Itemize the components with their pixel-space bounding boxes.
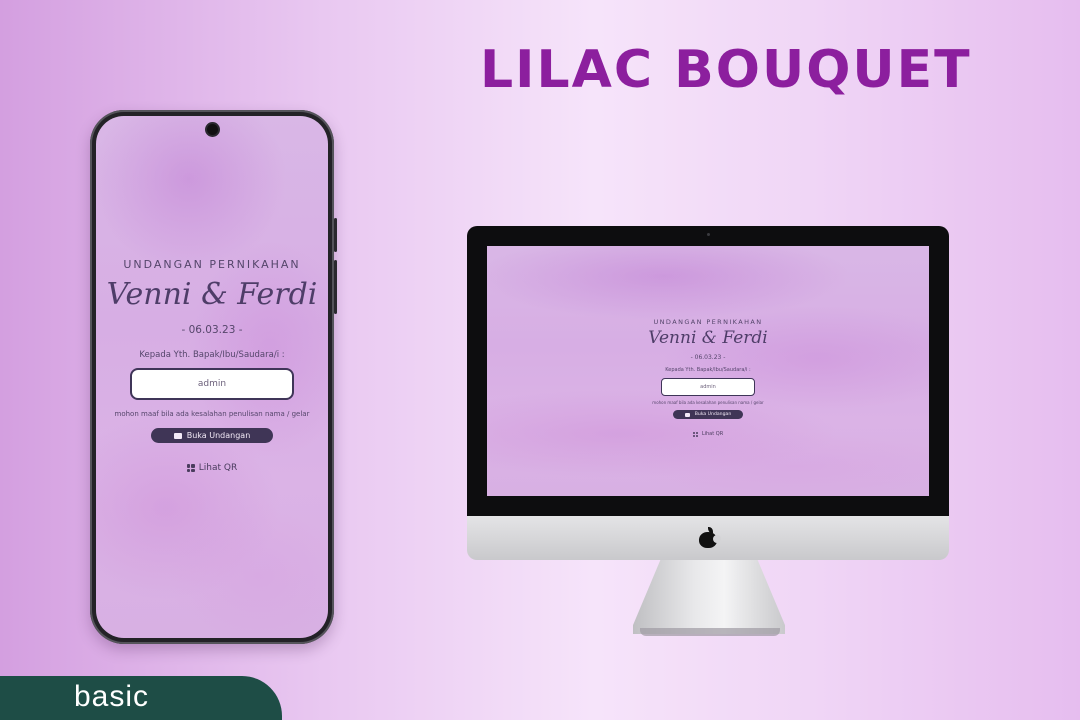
envelope-icon [684,412,690,417]
front-camera-icon [207,124,218,135]
monitor-camera-icon [707,233,710,236]
qr-code-icon [186,464,195,472]
phone-screen: UNDANGAN PERNIKAHAN Venni & Ferdi - 06.0… [96,116,328,638]
view-qr-label: Lihat QR [701,431,724,437]
guest-name-field[interactable]: admin [130,368,294,400]
envelope-icon [173,432,182,439]
invitation-cover: UNDANGAN PERNIKAHAN Venni & Ferdi - 06.0… [96,258,328,473]
desktop-monitor-mockup: UNDANGAN PERNIKAHAN Venni & Ferdi - 06.0… [467,226,949,560]
open-invitation-label: Buka Undangan [694,412,732,417]
invitation-eyebrow: UNDANGAN PERNIKAHAN [123,258,301,271]
phone-volume-button [334,218,337,252]
apple-logo-icon [699,527,721,548]
wedding-date: - 06.03.23 - [690,354,726,361]
guest-label: Kepada Yth. Bapak/Ibu/Saudara/i : [665,367,751,373]
view-qr-label: Lihat QR [198,463,238,473]
invitation-eyebrow: UNDANGAN PERNIKAHAN [653,318,763,326]
monitor-stand [633,560,785,634]
monitor-chin [467,516,949,560]
couple-names: Venni & Ferdi [648,328,768,348]
monitor-bezel: UNDANGAN PERNIKAHAN Venni & Ferdi - 06.0… [467,226,949,516]
couple-names: Venni & Ferdi [106,277,318,312]
plan-badge: basic [0,676,282,720]
name-apology-note: mohon maaf bila ada kesalahan penulisan … [652,400,764,405]
open-invitation-button[interactable]: Buka Undangan [151,428,273,443]
open-invitation-button[interactable]: Buka Undangan [673,410,743,419]
phone-power-button [334,260,337,314]
monitor-screen: UNDANGAN PERNIKAHAN Venni & Ferdi - 06.0… [487,246,929,496]
open-invitation-label: Buka Undangan [186,431,251,440]
view-qr-link[interactable]: Lihat QR [692,431,724,437]
phone-mockup: UNDANGAN PERNIKAHAN Venni & Ferdi - 06.0… [90,110,337,644]
invitation-cover: UNDANGAN PERNIKAHAN Venni & Ferdi - 06.0… [487,318,929,437]
wedding-date: - 06.03.23 - [181,324,243,336]
name-apology-note: mohon maaf bila ada kesalahan penulisan … [114,410,310,418]
view-qr-link[interactable]: Lihat QR [186,463,238,473]
qr-code-icon [692,431,698,437]
page-title: LILAC BOUQUET [480,40,972,100]
plan-badge-label: basic [74,680,150,713]
guest-name-field[interactable]: admin [661,378,755,396]
guest-label: Kepada Yth. Bapak/Ibu/Saudara/i : [139,350,285,360]
monitor-stand-base [640,628,780,636]
